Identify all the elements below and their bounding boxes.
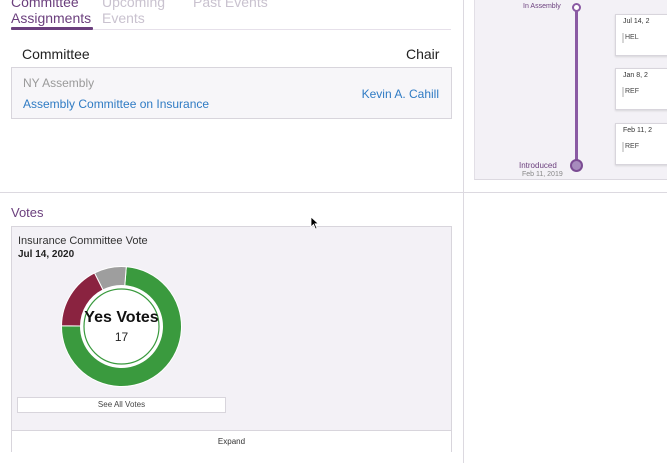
timeline-event-status: HEL (625, 34, 639, 41)
chair-column-header: Chair (406, 46, 440, 62)
committee-column-header: Committee (22, 46, 90, 62)
mouse-pointer-icon (310, 216, 320, 230)
donut-center-label: Yes Votes (84, 309, 159, 326)
timeline-event-card[interactable]: Jan 8, 2 REF (615, 68, 667, 110)
bill-timeline: In Assembly Jul 14, 2 HEL Jan 8, 2 REF F… (474, 0, 667, 180)
committee-name-link[interactable]: Assembly Committee on Insurance (23, 97, 209, 111)
tab-past-events[interactable]: Past Events (193, 0, 268, 10)
vote-card: Insurance Committee Vote Jul 14, 2020 Ye… (11, 226, 452, 452)
tab-label-line2: Events (102, 10, 145, 26)
horizontal-divider (0, 192, 667, 193)
vote-name: Insurance Committee Vote (18, 235, 148, 247)
timeline-line (575, 6, 578, 166)
timeline-event-card[interactable]: Feb 11, 2 REF (615, 123, 667, 165)
timeline-event-date: Feb 11, 2 (623, 127, 653, 134)
expand-button[interactable]: Expand (12, 430, 451, 452)
tab-upcoming-events[interactable]: Upcoming Events (102, 0, 165, 26)
status-marker (622, 142, 624, 152)
timeline-event-status: REF (625, 143, 639, 150)
committee-row: NY Assembly Assembly Committee on Insura… (11, 67, 452, 119)
status-marker (622, 33, 624, 43)
donut-center-count: 17 (114, 330, 129, 344)
vertical-divider (463, 0, 464, 463)
votes-heading: Votes (11, 205, 44, 220)
timeline-stage-introduced: Introduced (519, 161, 557, 170)
chair-name-link[interactable]: Kevin A. Cahill (362, 87, 439, 101)
committee-org: NY Assembly (23, 76, 95, 90)
timeline-stage-date: Feb 11, 2019 (522, 171, 563, 178)
tab-label-line1: Past Events (193, 0, 268, 10)
timeline-event-date: Jan 8, 2 (623, 72, 648, 79)
timeline-stage-current: In Assembly (523, 3, 561, 10)
tab-committee-assignments[interactable]: Committee Assignments (11, 0, 91, 26)
tab-label-line1: Committee (11, 0, 79, 10)
timeline-event-status: REF (625, 88, 639, 95)
tab-label-line1: Upcoming (102, 0, 166, 10)
active-tab-indicator (11, 27, 93, 30)
timeline-dot-introduced (570, 159, 583, 172)
see-all-votes-button[interactable]: See All Votes (17, 397, 226, 413)
vote-date: Jul 14, 2020 (18, 249, 75, 260)
timeline-event-date: Jul 14, 2 (623, 18, 650, 25)
status-marker (622, 87, 624, 97)
timeline-event-card[interactable]: Jul 14, 2 HEL (615, 14, 667, 56)
timeline-dot-current (572, 3, 581, 12)
committee-assignments-panel: Committee Assignments Upcoming Events Pa… (0, 0, 463, 192)
tab-label-line2: Assignments (11, 10, 92, 26)
